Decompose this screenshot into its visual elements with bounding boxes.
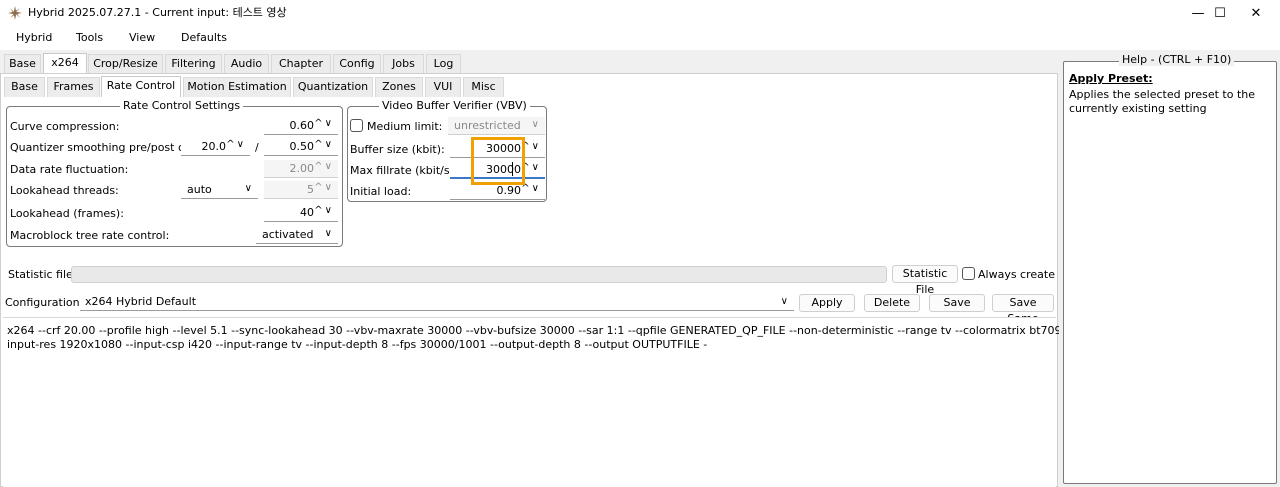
quantizer-smoothing-label: Quantizer smoothing pre/post cc: — [10, 141, 194, 154]
close-button[interactable]: ✕ — [1234, 0, 1278, 26]
always-create-checkbox[interactable] — [962, 267, 975, 280]
command-line-1: x264 --crf 20.00 --profile high --level … — [7, 324, 1158, 337]
help-title: Help - (CTRL + F10) — [1119, 54, 1235, 66]
medium-limit-label: Medium limit: — [367, 120, 443, 133]
configuration-value: x264 Hybrid Default — [85, 295, 197, 308]
chevron-down-icon: ∨ — [531, 119, 539, 130]
tab-x264[interactable]: x264 — [43, 53, 87, 74]
macroblock-tree-dropdown[interactable]: activated ∨ — [256, 226, 338, 244]
medium-limit-dropdown: unrestricted ∨ — [448, 117, 545, 135]
curve-compression-spinbox[interactable]: 0.60 ^∨ — [264, 117, 338, 135]
help-group — [1063, 61, 1277, 484]
spin-up-down-icon[interactable]: ^∨ — [314, 139, 334, 150]
title-bar: Hybrid 2025.07.27.1 - Current input: 테스트… — [0, 0, 1280, 26]
hybrid-app-icon — [8, 6, 22, 20]
statistic-file-label: Statistic file: — [8, 268, 77, 281]
configuration-label: Configuration: — [5, 296, 84, 309]
quantizer-smoothing-pre-spinbox[interactable]: 20.0 ^∨ — [181, 138, 250, 156]
vbv-group-title: Video Buffer Verifier (VBV) — [379, 100, 530, 112]
quantizer-separator: / — [255, 141, 259, 154]
subtab-rate-control[interactable]: Rate Control — [101, 76, 181, 97]
subtab-base[interactable]: Base — [4, 77, 45, 97]
spin-up-down-icon: ^∨ — [314, 161, 334, 172]
menu-defaults[interactable]: Defaults — [181, 31, 227, 45]
maximize-icon: ☐ — [1214, 5, 1226, 21]
subtab-zones[interactable]: Zones — [375, 77, 423, 97]
spin-up-down-icon[interactable]: ^∨ — [314, 118, 334, 129]
initial-load-label: Initial load: — [350, 185, 412, 198]
spin-up-down-icon: ^∨ — [314, 182, 334, 193]
menu-hybrid[interactable]: Hybrid — [16, 31, 52, 45]
tab-filtering[interactable]: Filtering — [165, 54, 222, 74]
window-title: Hybrid 2025.07.27.1 - Current input: 테스트… — [28, 6, 287, 19]
lookahead-frames-spinbox[interactable]: 40 ^∨ — [264, 204, 338, 222]
command-line-2: input-res 1920x1080 --input-csp i420 --i… — [7, 338, 708, 351]
menu-tools[interactable]: Tools — [76, 31, 103, 45]
chevron-down-icon[interactable]: ∨ — [325, 228, 332, 239]
data-rate-fluctuation-spinbox: 2.00 ^∨ — [264, 160, 338, 178]
menu-view[interactable]: View — [129, 31, 155, 45]
subtab-misc[interactable]: Misc — [463, 77, 504, 97]
medium-limit-checkbox[interactable] — [350, 119, 363, 132]
tab-jobs[interactable]: Jobs — [383, 54, 424, 74]
configuration-dropdown[interactable]: x264 Hybrid Default ∨ — [80, 293, 794, 311]
buffer-size-label: Buffer size (kbit): — [350, 143, 445, 156]
help-line-1: Applies the selected preset to the — [1069, 88, 1256, 101]
chevron-down-icon[interactable]: ∨ — [781, 295, 788, 309]
spin-up-down-icon[interactable]: ^∨ — [226, 139, 246, 150]
tab-chapter[interactable]: Chapter — [271, 54, 331, 74]
lookahead-frames-label: Lookahead (frames): — [10, 207, 124, 220]
help-line-2: currently existing setting — [1069, 102, 1207, 115]
subtab-motion-estimation[interactable]: Motion Estimation — [183, 77, 291, 97]
always-create-label: Always create — [978, 268, 1055, 281]
max-fillrate-label: Max fillrate (kbit/s): — [350, 164, 458, 177]
curve-compression-label: Curve compression: — [10, 120, 120, 133]
macroblock-tree-label: Macroblock tree rate control: — [10, 229, 170, 242]
tab-log[interactable]: Log — [426, 54, 461, 74]
lookahead-threads-dropdown[interactable]: auto ∨ — [181, 181, 258, 199]
tab-audio[interactable]: Audio — [224, 54, 269, 74]
tab-crop-resize[interactable]: Crop/Resize — [88, 54, 163, 74]
subtab-vui[interactable]: VUI — [425, 77, 461, 97]
lookahead-threads-spinbox: 5 ^∨ — [264, 181, 338, 199]
data-rate-fluctuation-label: Data rate fluctuation: — [10, 163, 129, 176]
menu-bar: Hybrid Tools View Defaults — [0, 26, 1280, 50]
rate-control-group-title: Rate Control Settings — [120, 100, 244, 112]
quantizer-smoothing-post-spinbox[interactable]: 0.50 ^∨ — [264, 138, 338, 156]
apply-button[interactable]: Apply — [799, 294, 855, 312]
close-icon: ✕ — [1250, 5, 1262, 21]
spin-up-down-icon[interactable]: ^∨ — [314, 205, 334, 216]
chevron-down-icon[interactable]: ∨ — [245, 183, 252, 194]
tab-config[interactable]: Config — [333, 54, 381, 74]
subtab-frames[interactable]: Frames — [47, 77, 100, 97]
help-heading: Apply Preset: — [1069, 72, 1153, 85]
delete-button[interactable]: Delete — [864, 294, 920, 312]
highlight-box — [471, 137, 525, 185]
lookahead-threads-label: Lookahead threads: — [10, 184, 119, 197]
command-line-area[interactable]: x264 --crf 20.00 --profile high --level … — [3, 317, 1157, 487]
subtab-quantization[interactable]: Quantization — [293, 77, 373, 97]
statistic-file-button[interactable]: Statistic File — [892, 265, 958, 296]
save-same-button[interactable]: Save Same — [992, 294, 1054, 325]
save-button[interactable]: Save — [929, 294, 985, 312]
tab-base[interactable]: Base — [4, 54, 41, 74]
statistic-file-input[interactable] — [71, 266, 887, 283]
